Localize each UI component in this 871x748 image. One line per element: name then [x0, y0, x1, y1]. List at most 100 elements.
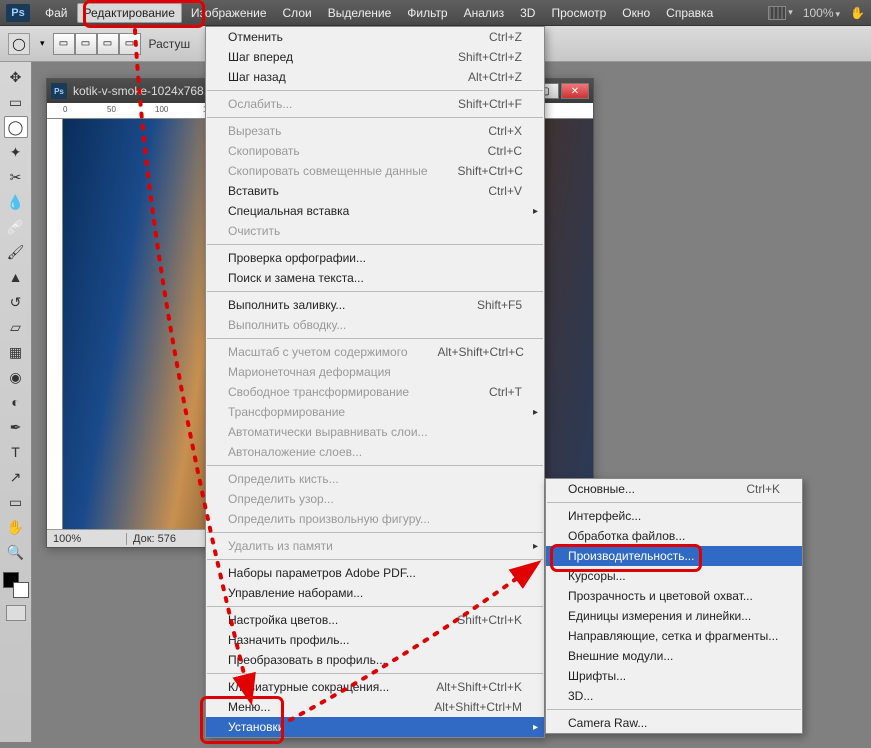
- menu-separator: [547, 709, 801, 710]
- menu-layers[interactable]: Слои: [276, 3, 319, 23]
- tool-shape[interactable]: ▭: [4, 491, 28, 513]
- edit-menu-item[interactable]: Управление наборами...: [206, 583, 544, 603]
- prefs-menu-item[interactable]: Обработка файлов...: [546, 526, 802, 546]
- tool-move[interactable]: ✥: [4, 66, 28, 88]
- color-swatches[interactable]: [3, 572, 29, 598]
- menu-item-label: Выполнить заливку...: [228, 298, 345, 312]
- prefs-menu-item[interactable]: Производительность...: [546, 546, 802, 566]
- prefs-menu-item[interactable]: Направляющие, сетка и фрагменты...: [546, 626, 802, 646]
- edit-menu-item[interactable]: ОтменитьCtrl+Z: [206, 27, 544, 47]
- window-close[interactable]: ✕: [561, 83, 589, 99]
- tool-hand[interactable]: ✋: [4, 516, 28, 538]
- quickmask-toggle[interactable]: [6, 605, 26, 621]
- menu-item-label: Скопировать совмещенные данные: [228, 164, 428, 178]
- edit-menu-item[interactable]: Выполнить заливку...Shift+F5: [206, 295, 544, 315]
- tool-zoom[interactable]: 🔍: [4, 541, 28, 563]
- active-tool-icon[interactable]: ◯: [8, 33, 30, 55]
- menu-item-label: Отменить: [228, 30, 283, 44]
- menu-item-label: Марионеточная деформация: [228, 365, 391, 379]
- menu-window[interactable]: Окно: [615, 3, 657, 23]
- tool-eraser[interactable]: ▱: [4, 316, 28, 338]
- edit-menu-item: Определить произвольную фигуру...: [206, 509, 544, 529]
- edit-dropdown: ОтменитьCtrl+ZШаг впередShift+Ctrl+ZШаг …: [205, 26, 545, 738]
- edit-menu-item[interactable]: Клавиатурные сокращения...Alt+Shift+Ctrl…: [206, 677, 544, 697]
- menu-item-label: Camera Raw...: [568, 716, 647, 730]
- tool-heal[interactable]: 🩹: [4, 216, 28, 238]
- prefs-menu-item[interactable]: Основные...Ctrl+K: [546, 479, 802, 499]
- prefs-menu-item[interactable]: Шрифты...: [546, 666, 802, 686]
- tool-history[interactable]: ↺: [4, 291, 28, 313]
- edit-menu-item[interactable]: Поиск и замена текста...: [206, 268, 544, 288]
- edit-menu-item: Удалить из памяти: [206, 536, 544, 556]
- menu-item-shortcut: Ctrl+T: [489, 385, 522, 399]
- sel-new[interactable]: ▭: [53, 33, 75, 55]
- tool-path[interactable]: ↗: [4, 466, 28, 488]
- tool-gradient[interactable]: ▦: [4, 341, 28, 363]
- menu-image[interactable]: Изображение: [184, 3, 274, 23]
- menu-item-shortcut: Ctrl+K: [746, 482, 780, 496]
- menu-item-shortcut: Ctrl+V: [488, 184, 522, 198]
- tool-lasso[interactable]: ◯: [4, 116, 28, 138]
- menu-file[interactable]: Фай: [38, 3, 75, 23]
- edit-menu-item: Автоналожение слоев...: [206, 442, 544, 462]
- zoom-display[interactable]: 100%▾: [803, 6, 840, 20]
- menu-item-shortcut: Alt+Ctrl+Z: [468, 70, 522, 84]
- tool-wand[interactable]: ✦: [4, 141, 28, 163]
- tool-type[interactable]: T: [4, 441, 28, 463]
- menu-edit[interactable]: Редактирование: [77, 3, 182, 23]
- edit-menu-item[interactable]: Настройка цветов...Shift+Ctrl+K: [206, 610, 544, 630]
- tool-marquee[interactable]: ▭: [4, 91, 28, 113]
- prefs-menu-item[interactable]: Прозрачность и цветовой охват...: [546, 586, 802, 606]
- menu-item-label: Определить узор...: [228, 492, 334, 506]
- edit-menu-item[interactable]: Преобразовать в профиль...: [206, 650, 544, 670]
- menu-item-label: 3D...: [568, 689, 593, 703]
- menu-3d[interactable]: 3D: [513, 3, 542, 23]
- edit-menu-item[interactable]: Назначить профиль...: [206, 630, 544, 650]
- tool-eyedrop[interactable]: 💧: [4, 191, 28, 213]
- edit-menu-item[interactable]: Специальная вставка: [206, 201, 544, 221]
- menu-separator: [207, 338, 543, 339]
- prefs-menu-item[interactable]: Единицы измерения и линейки...: [546, 606, 802, 626]
- edit-menu-item[interactable]: Установки: [206, 717, 544, 737]
- menu-item-shortcut: Alt+Shift+Ctrl+M: [434, 700, 522, 714]
- edit-menu-item[interactable]: Шаг назадAlt+Ctrl+Z: [206, 67, 544, 87]
- tool-pen[interactable]: ✒: [4, 416, 28, 438]
- menu-separator: [547, 502, 801, 503]
- prefs-menu-item[interactable]: Интерфейс...: [546, 506, 802, 526]
- menu-item-label: Внешние модули...: [568, 649, 673, 663]
- menu-item-label: Производительность...: [568, 549, 694, 563]
- sel-sub[interactable]: ▭: [97, 33, 119, 55]
- edit-menu-item[interactable]: Меню...Alt+Shift+Ctrl+M: [206, 697, 544, 717]
- menu-filter[interactable]: Фильтр: [400, 3, 454, 23]
- edit-menu-item[interactable]: ВставитьCtrl+V: [206, 181, 544, 201]
- menu-analysis[interactable]: Анализ: [457, 3, 512, 23]
- edit-menu-item[interactable]: Наборы параметров Adobe PDF...: [206, 563, 544, 583]
- menu-item-shortcut: Shift+Ctrl+Z: [458, 50, 522, 64]
- prefs-menu-item[interactable]: Camera Raw...: [546, 713, 802, 733]
- tool-blur[interactable]: ◉: [4, 366, 28, 388]
- menu-item-label: Ослабить...: [228, 97, 292, 111]
- essentials-icon[interactable]: ▾: [768, 6, 793, 20]
- hand-shortcut-icon[interactable]: ✋: [850, 6, 865, 20]
- document-info[interactable]: Док: 576: [127, 533, 182, 545]
- menu-separator: [207, 465, 543, 466]
- prefs-menu-item[interactable]: Внешние модули...: [546, 646, 802, 666]
- edit-menu-item[interactable]: Шаг впередShift+Ctrl+Z: [206, 47, 544, 67]
- tool-brush[interactable]: 🖌: [4, 241, 28, 263]
- prefs-menu-item[interactable]: 3D...: [546, 686, 802, 706]
- menu-view[interactable]: Просмотр: [544, 3, 613, 23]
- edit-menu-item[interactable]: Проверка орфографии...: [206, 248, 544, 268]
- tool-crop[interactable]: ✂: [4, 166, 28, 188]
- tool-stamp[interactable]: ▲: [4, 266, 28, 288]
- menu-item-shortcut: Shift+Ctrl+K: [457, 613, 522, 627]
- prefs-menu-item[interactable]: Курсоры...: [546, 566, 802, 586]
- menu-item-label: Определить кисть...: [228, 472, 339, 486]
- edit-menu-item: СкопироватьCtrl+C: [206, 141, 544, 161]
- zoom-field[interactable]: 100%: [47, 533, 127, 545]
- menu-help[interactable]: Справка: [659, 3, 720, 23]
- menu-select[interactable]: Выделение: [321, 3, 399, 23]
- sel-add[interactable]: ▭: [75, 33, 97, 55]
- tool-dodge[interactable]: ◐: [4, 391, 28, 413]
- sel-int[interactable]: ▭: [119, 33, 141, 55]
- selection-mode-group: ▭ ▭ ▭ ▭: [53, 33, 141, 55]
